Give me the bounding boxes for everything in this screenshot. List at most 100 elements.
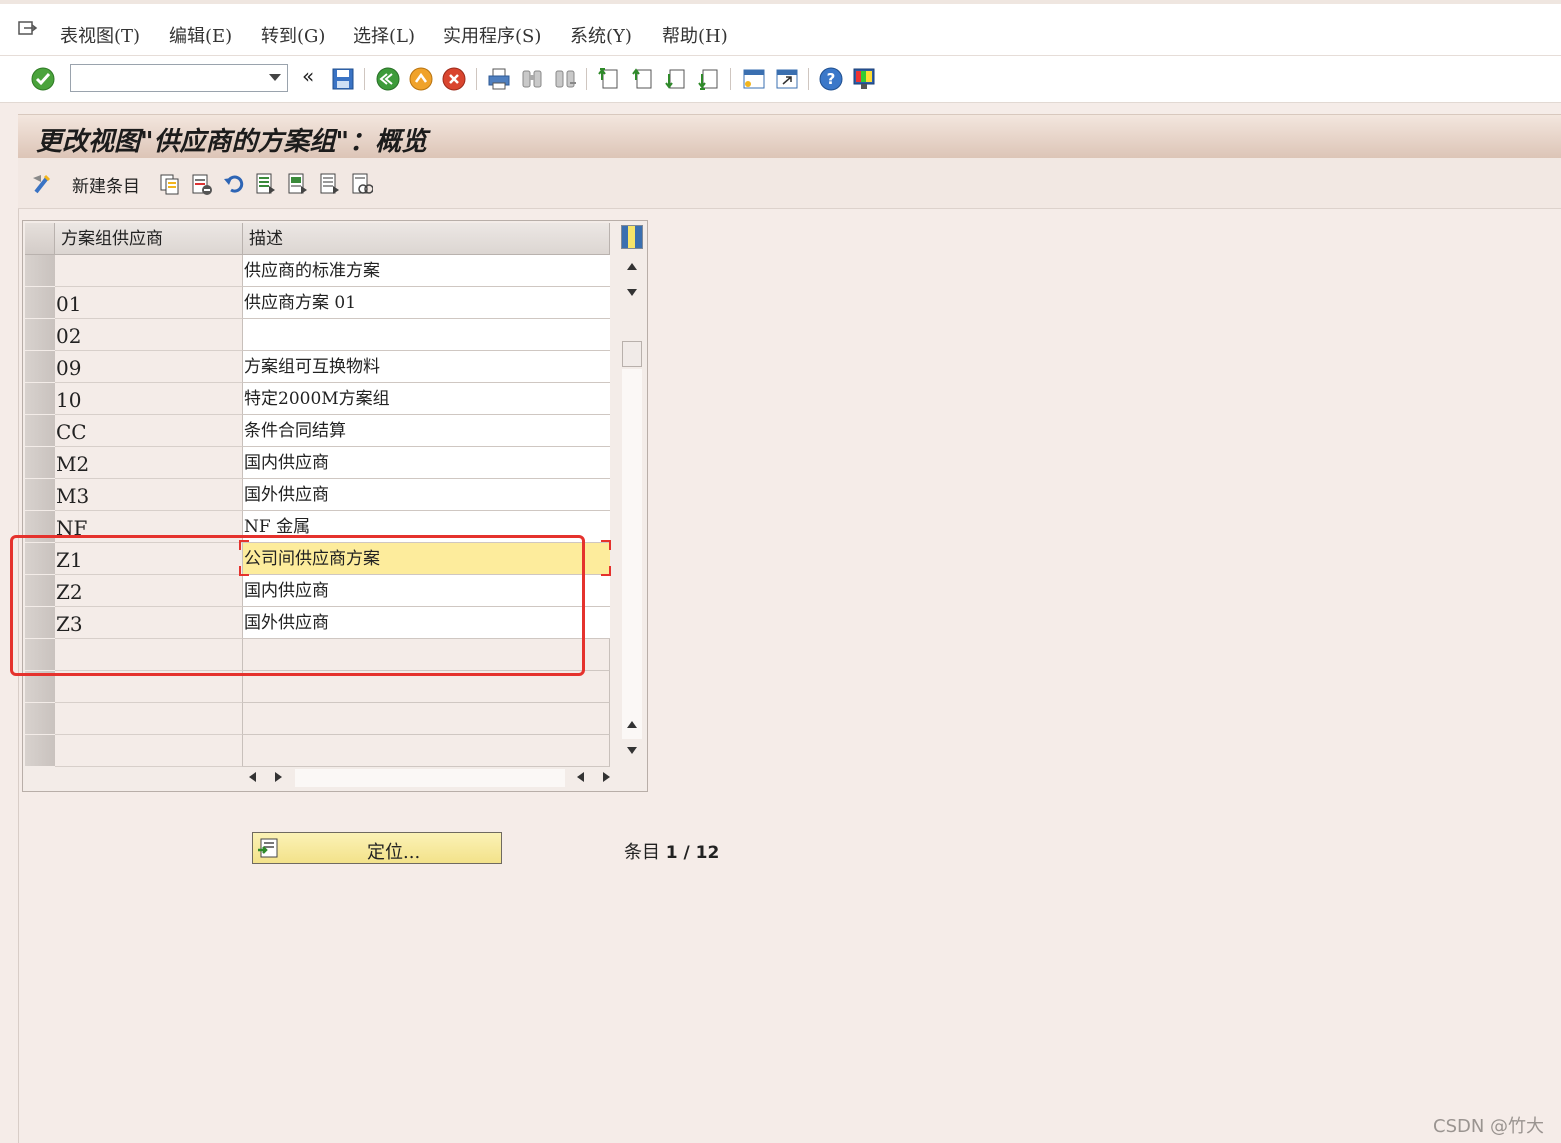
cell-scheme-group[interactable]: NF (55, 511, 243, 543)
scroll-page-up-icon[interactable] (627, 721, 637, 728)
cell-scheme-group[interactable]: Z1 (55, 543, 243, 575)
menu-item-select[interactable]: 选择(L) (353, 22, 415, 48)
cell-description[interactable]: 条件合同结算 (243, 415, 610, 447)
scroll-right-end-icon[interactable] (603, 772, 610, 782)
scroll-thumb[interactable] (622, 341, 642, 367)
next-page-icon[interactable] (663, 66, 689, 92)
cell-description[interactable]: 特定2000M方案组 (243, 383, 610, 415)
table-settings-icon[interactable] (621, 225, 643, 249)
menu-item-help[interactable]: 帮助(H) (662, 22, 728, 48)
scroll-page-down-icon[interactable] (627, 747, 637, 754)
row-selector[interactable] (25, 447, 55, 479)
command-field[interactable] (70, 64, 288, 92)
cell-scheme-group[interactable]: 01 (55, 287, 243, 319)
cell-scheme-group[interactable]: CC (55, 415, 243, 447)
exit-icon[interactable] (408, 66, 434, 92)
delete-icon[interactable] (191, 172, 213, 196)
scroll-down-icon[interactable] (627, 289, 637, 296)
last-page-icon[interactable] (696, 66, 722, 92)
chevron-down-icon[interactable] (269, 74, 281, 81)
new-session-icon[interactable] (741, 66, 767, 92)
undo-change-icon[interactable] (223, 172, 245, 196)
row-selector[interactable] (25, 543, 55, 575)
cell-scheme-group[interactable]: 02 (55, 319, 243, 351)
create-shortcut-icon[interactable] (774, 66, 800, 92)
collapse-command-icon[interactable]: « (302, 64, 314, 88)
row-selector[interactable] (25, 575, 55, 607)
row-selector[interactable] (25, 607, 55, 639)
print-icon[interactable] (486, 66, 512, 92)
help-icon[interactable]: ? (818, 66, 844, 92)
cell-scheme-group[interactable] (55, 255, 243, 287)
vertical-scrollbar[interactable] (621, 253, 643, 754)
horizontal-scroll-right[interactable] (569, 767, 617, 787)
horizontal-scroll-left[interactable] (243, 767, 291, 787)
cell-description[interactable]: 国内供应商 (243, 575, 610, 607)
cell-scheme-group[interactable]: M2 (55, 447, 243, 479)
cell-description[interactable] (243, 703, 610, 735)
row-selector[interactable] (25, 671, 55, 703)
column-header-scheme-group[interactable]: 方案组供应商 (55, 223, 243, 255)
command-input[interactable] (75, 66, 269, 92)
save-icon[interactable] (330, 66, 356, 92)
back-icon[interactable] (375, 66, 401, 92)
row-selector[interactable] (25, 383, 55, 415)
cell-description[interactable] (243, 639, 610, 671)
first-page-icon[interactable] (596, 66, 622, 92)
previous-page-icon[interactable] (630, 66, 656, 92)
enter-check-icon[interactable] (30, 66, 56, 92)
copy-as-icon[interactable] (159, 172, 181, 196)
scroll-left-icon[interactable] (249, 772, 256, 782)
cell-description[interactable]: 公司间供应商方案 (243, 543, 610, 575)
row-selector[interactable] (25, 479, 55, 511)
cell-scheme-group[interactable] (55, 703, 243, 735)
menu-item-goto[interactable]: 转到(G) (261, 22, 325, 48)
deselect-all-icon[interactable] (319, 172, 341, 196)
cell-scheme-group[interactable] (55, 735, 243, 767)
cell-scheme-group[interactable]: 10 (55, 383, 243, 415)
row-selector[interactable] (25, 703, 55, 735)
row-selector[interactable] (25, 319, 55, 351)
new-entries-button[interactable]: 新建条目 (72, 172, 140, 197)
cell-description[interactable]: 国外供应商 (243, 607, 610, 639)
select-block-icon[interactable] (287, 172, 309, 196)
find-next-icon[interactable] (552, 66, 578, 92)
cell-scheme-group[interactable] (55, 639, 243, 671)
cell-description[interactable] (243, 671, 610, 703)
cell-description[interactable]: 供应商方案 01 (243, 287, 610, 319)
cell-scheme-group[interactable]: 09 (55, 351, 243, 383)
cell-scheme-group[interactable]: M3 (55, 479, 243, 511)
system-menu-icon[interactable] (18, 20, 38, 38)
display-change-icon[interactable] (30, 172, 52, 196)
cell-description[interactable] (243, 735, 610, 767)
scroll-right-icon[interactable] (275, 772, 282, 782)
row-selector[interactable] (25, 287, 55, 319)
cell-scheme-group[interactable]: Z3 (55, 607, 243, 639)
row-selector[interactable] (25, 415, 55, 447)
cell-description[interactable] (243, 319, 610, 351)
select-all-rows-button[interactable] (25, 223, 55, 255)
cell-description[interactable]: 国内供应商 (243, 447, 610, 479)
menu-item-system[interactable]: 系统(Y) (570, 22, 632, 48)
select-all-icon[interactable] (255, 172, 277, 196)
menu-item-table-view[interactable]: 表视图(T) (60, 22, 140, 48)
row-selector[interactable] (25, 351, 55, 383)
column-header-description[interactable]: 描述 (243, 223, 610, 255)
horizontal-scroll-track[interactable] (295, 769, 565, 787)
cell-description[interactable]: 国外供应商 (243, 479, 610, 511)
scroll-left-end-icon[interactable] (577, 772, 584, 782)
cell-scheme-group[interactable]: Z2 (55, 575, 243, 607)
row-selector[interactable] (25, 255, 55, 287)
print-field-list-icon[interactable] (351, 172, 373, 196)
row-selector[interactable] (25, 511, 55, 543)
cell-scheme-group[interactable] (55, 671, 243, 703)
position-button[interactable]: 定位... (252, 832, 502, 864)
scroll-up-icon[interactable] (627, 263, 637, 270)
cell-description[interactable]: 方案组可互换物料 (243, 351, 610, 383)
scroll-track[interactable] (622, 369, 642, 739)
row-selector[interactable] (25, 639, 55, 671)
find-icon[interactable] (519, 66, 545, 92)
menu-item-utilities[interactable]: 实用程序(S) (443, 22, 541, 48)
cell-description[interactable]: 供应商的标准方案 (243, 255, 610, 287)
menu-item-edit[interactable]: 编辑(E) (169, 22, 232, 48)
